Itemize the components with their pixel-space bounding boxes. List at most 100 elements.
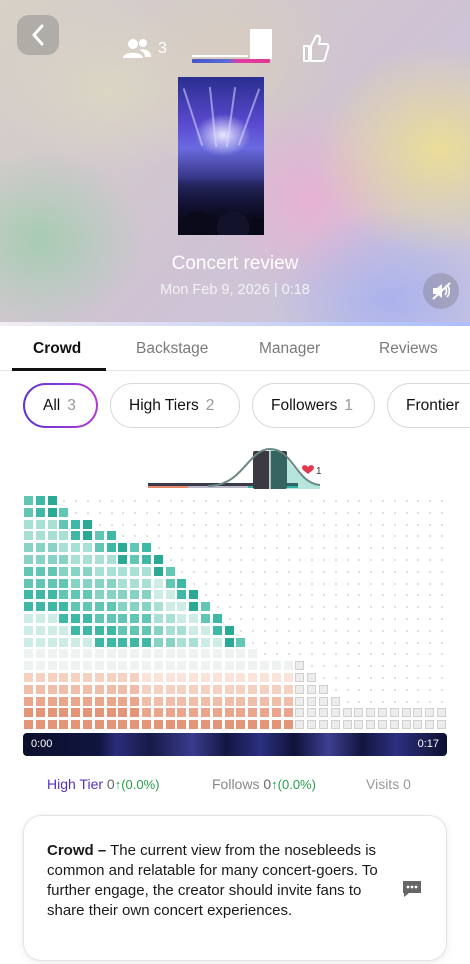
grid-cell <box>295 720 305 730</box>
grid-cell <box>71 696 81 706</box>
grid-cell <box>236 708 246 718</box>
video-thumbnail[interactable] <box>178 77 264 235</box>
filter-chip-frontier[interactable]: Frontier <box>387 383 470 428</box>
grid-cell <box>24 531 33 541</box>
grid-empty-dot <box>323 570 325 573</box>
grid-cell <box>177 661 187 671</box>
grid-empty-dot <box>393 547 396 550</box>
tab-manager[interactable]: Manager <box>259 340 320 358</box>
heart-icon <box>302 465 314 474</box>
grid-empty-dot <box>346 523 349 526</box>
grid-cell <box>283 673 293 682</box>
grid-empty-dot <box>299 594 302 597</box>
mute-button[interactable] <box>423 273 459 309</box>
grid-empty-dot <box>311 523 314 526</box>
filter-chip-all[interactable]: All 3 <box>23 383 98 428</box>
grid-cell <box>24 543 33 553</box>
grid-empty-dot <box>228 535 231 538</box>
grid-empty-dot <box>370 511 373 514</box>
grid-cell <box>142 602 151 612</box>
grid-empty-dot <box>299 618 302 620</box>
grid-cell <box>319 708 328 718</box>
grid-empty-dot <box>193 559 196 561</box>
grid-cell <box>35 602 45 612</box>
active-tab-indicator <box>12 368 106 371</box>
filter-chip-followers[interactable]: Followers 1 <box>252 383 375 428</box>
grid-empty-dot <box>181 535 184 538</box>
grid-empty-dot <box>275 594 278 597</box>
chip-label: All <box>43 396 61 414</box>
grid-cell <box>83 696 92 706</box>
tab-reviews[interactable]: Reviews <box>379 340 438 358</box>
video-timeline-scrubber[interactable]: 0:00 0:17 <box>23 733 447 756</box>
grid-empty-dot <box>429 511 432 514</box>
grid-empty-dot <box>264 511 266 514</box>
grid-cell <box>59 649 69 659</box>
grid-empty-dot <box>441 618 443 620</box>
grid-empty-dot <box>405 535 408 538</box>
grid-cell <box>189 684 199 694</box>
grid-empty-dot <box>287 500 290 502</box>
grid-cell <box>142 625 151 635</box>
audience-distribution-mini-chart: 1 <box>148 447 322 489</box>
grid-empty-dot <box>264 641 266 644</box>
grid-cell <box>106 614 116 623</box>
grid-empty-dot <box>429 582 432 585</box>
grid-cell <box>24 507 33 517</box>
grid-cell <box>330 708 340 718</box>
grid-cell <box>153 614 163 623</box>
grid-empty-dot <box>441 500 443 502</box>
grid-empty-dot <box>252 535 255 538</box>
grid-empty-dot <box>441 535 443 538</box>
grid-empty-dot <box>146 500 148 502</box>
grid-empty-dot <box>169 523 172 526</box>
grid-empty-dot <box>441 665 443 668</box>
tab-backstage[interactable]: Backstage <box>136 340 208 358</box>
grid-cell <box>83 531 92 541</box>
grid-empty-dot <box>417 582 420 585</box>
chat-bubble-icon[interactable] <box>401 879 423 899</box>
grid-cell <box>83 555 92 564</box>
grid-empty-dot <box>134 511 137 514</box>
grid-empty-dot <box>311 511 314 514</box>
grid-empty-dot <box>370 582 373 585</box>
grid-cell <box>83 566 92 576</box>
grid-empty-dot <box>346 594 349 597</box>
grid-empty-dot <box>252 570 255 573</box>
grid-empty-dot <box>169 500 172 502</box>
grid-empty-dot <box>134 535 137 538</box>
thumbs-up-icon[interactable] <box>302 33 330 63</box>
tab-crowd[interactable]: Crowd <box>33 340 81 358</box>
grid-cell <box>71 590 81 600</box>
grid-cell <box>354 720 364 730</box>
grid-empty-dot <box>370 523 373 526</box>
grid-empty-dot <box>358 606 361 609</box>
viewer-count[interactable]: 3 <box>122 38 167 60</box>
grid-empty-dot <box>181 500 184 502</box>
grid-cell <box>236 661 246 671</box>
grid-empty-dot <box>216 570 219 573</box>
grid-empty-dot <box>311 665 314 668</box>
grid-cell <box>118 614 128 623</box>
grid-empty-dot <box>358 688 361 691</box>
grid-empty-dot <box>346 665 349 668</box>
grid-cell <box>118 578 128 588</box>
grid-cell <box>212 708 222 718</box>
grid-empty-dot <box>370 594 373 597</box>
grid-empty-dot <box>87 500 89 502</box>
grid-empty-dot <box>441 700 443 703</box>
grid-empty-dot <box>157 523 160 526</box>
grid-empty-dot <box>240 618 243 620</box>
grid-cell <box>35 507 45 517</box>
grid-empty-dot <box>382 535 384 538</box>
grid-cell <box>35 673 45 682</box>
back-button[interactable] <box>17 15 59 55</box>
filter-chip-high-tiers[interactable]: High Tiers 2 <box>110 383 240 428</box>
grid-cell <box>35 543 45 553</box>
grid-cell <box>248 696 258 706</box>
stat-high-tier-value: 0 <box>106 776 115 792</box>
grid-empty-dot <box>122 535 125 538</box>
distribution-low-segment <box>148 486 188 488</box>
grid-empty-dot <box>334 570 337 573</box>
grid-cell <box>307 673 317 682</box>
